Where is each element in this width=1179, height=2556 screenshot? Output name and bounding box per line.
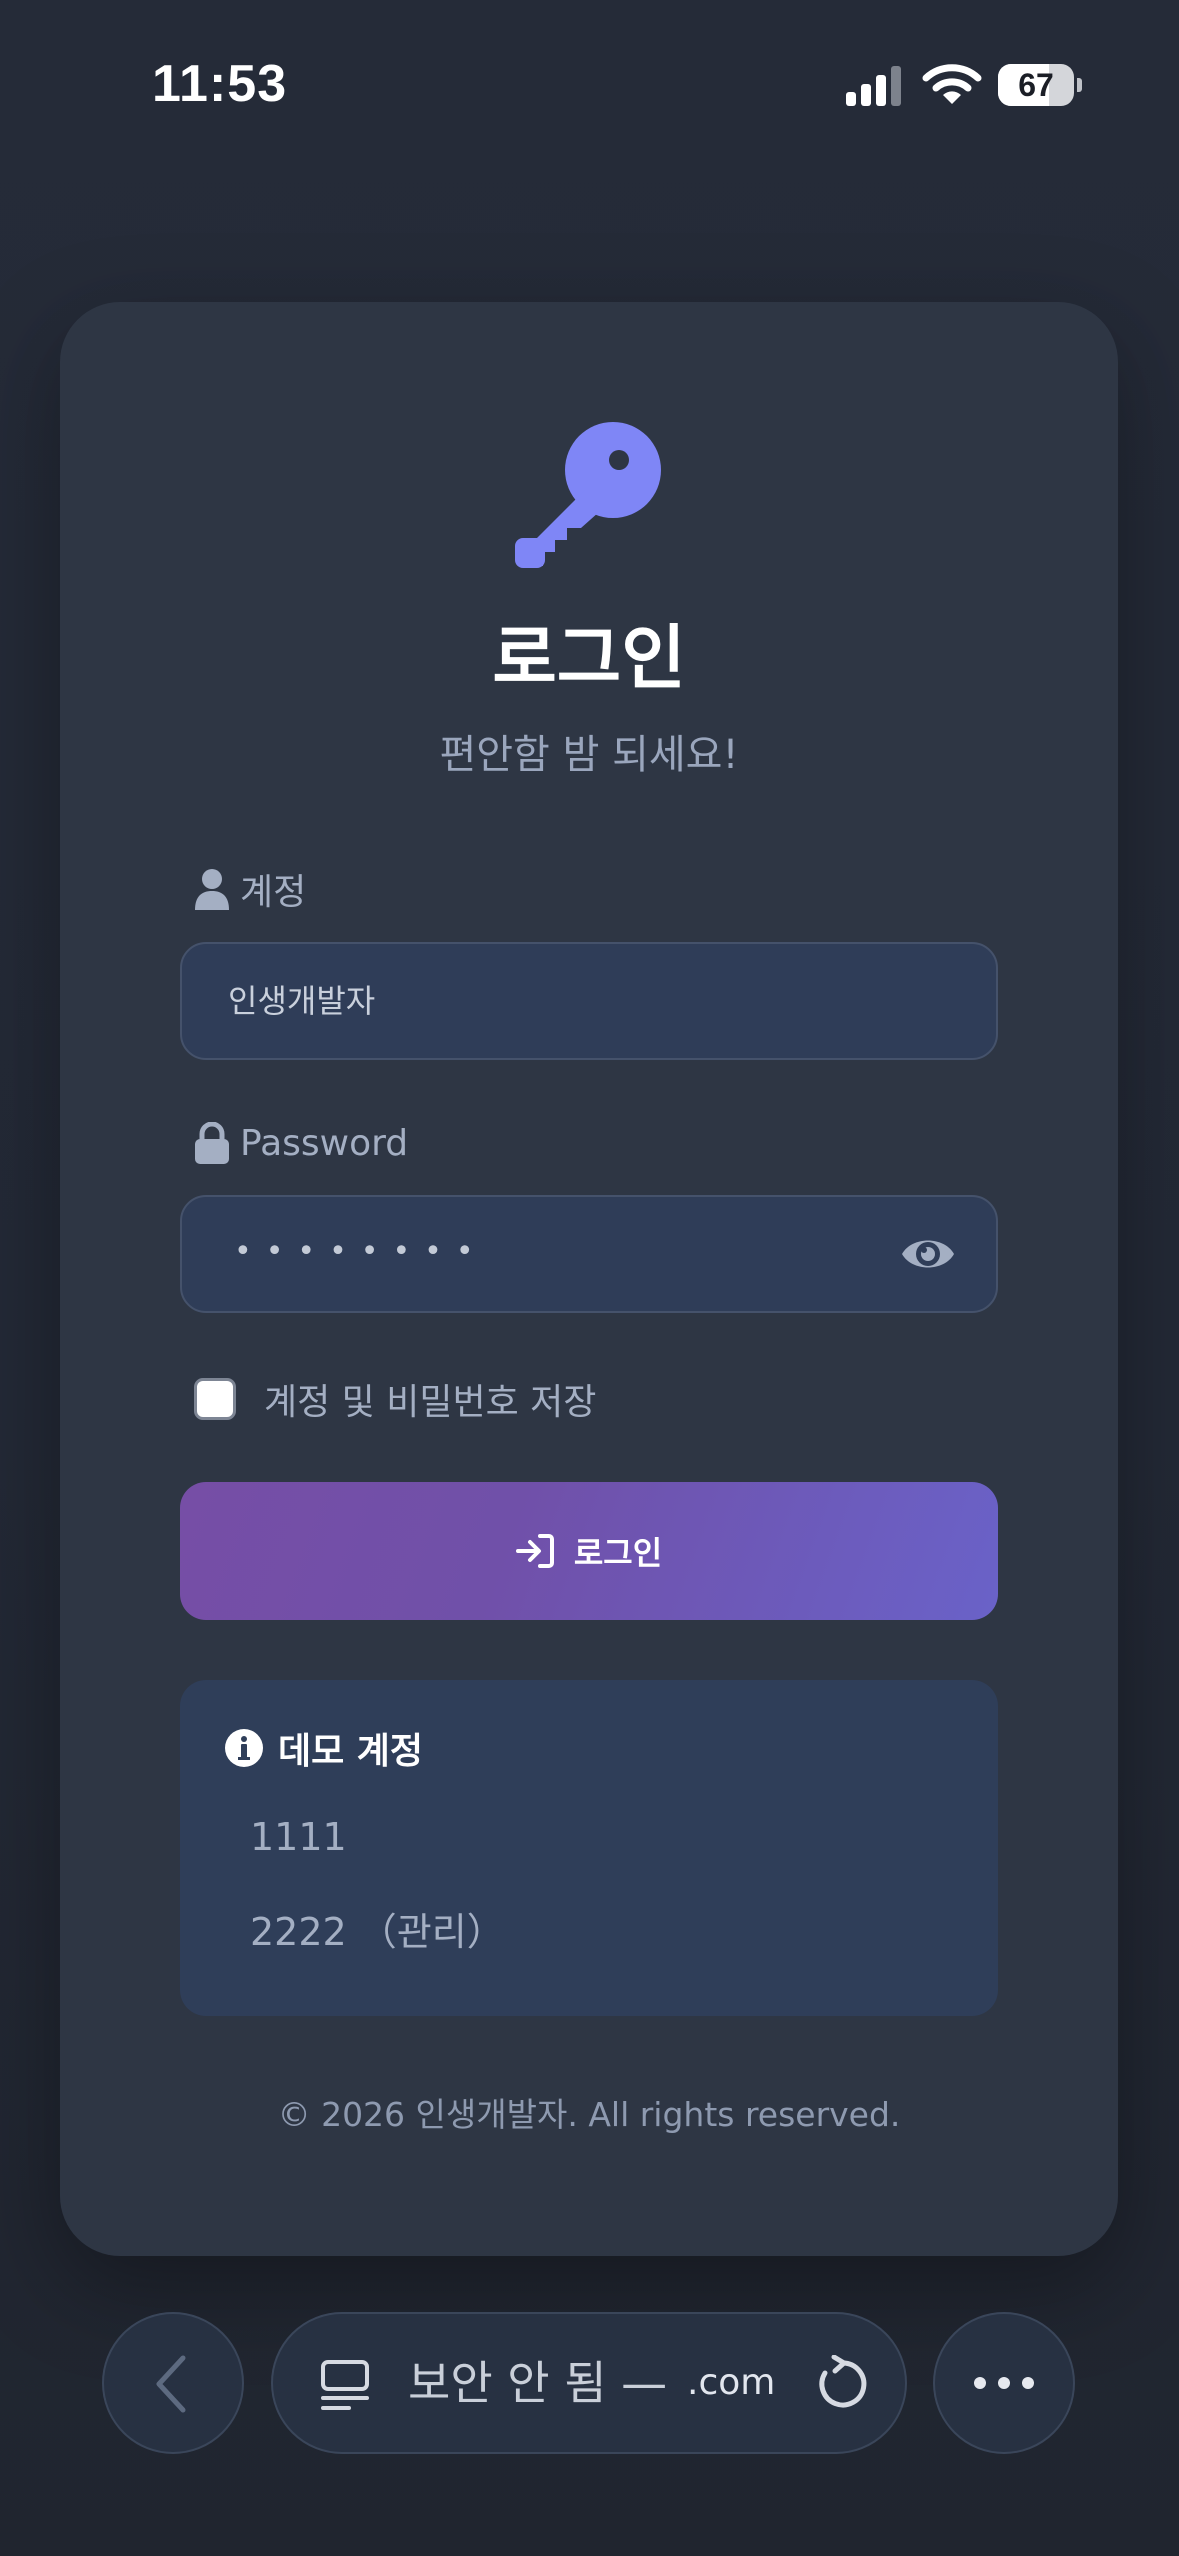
info-icon: [225, 1729, 263, 1767]
login-button[interactable]: 로그인: [180, 1482, 998, 1620]
reload-icon[interactable]: [813, 2355, 869, 2411]
remember-label: 계정 및 비밀번호 저장: [264, 1382, 597, 1423]
footer-copyright: © 2026 인생개발자. All rights reserved.: [277, 2095, 901, 2134]
eye-icon[interactable]: [900, 1230, 956, 1278]
more-dots-icon: [974, 2377, 1034, 2389]
battery-tip: [1077, 78, 1082, 92]
page-subtitle: 편안함 밤 되세요!: [439, 732, 739, 778]
status-time: 11:53: [152, 55, 288, 113]
url-domain: .com: [687, 2362, 776, 2403]
password-label-text: Password: [240, 1122, 409, 1164]
security-warning: 보안 안 됨 —: [408, 2356, 668, 2410]
battery-level: 67: [1018, 67, 1054, 103]
account-label: 계정: [194, 864, 306, 914]
account-label-text: 계정: [240, 872, 307, 913]
account-input[interactable]: 인생개발자: [180, 942, 998, 1060]
status-bar: 11:53 67: [0, 0, 1179, 170]
demo-account-item: 2222 （관리）: [250, 1910, 505, 1954]
more-options-button[interactable]: [933, 2312, 1075, 2454]
battery-body: 67: [998, 64, 1074, 106]
wifi-icon: [922, 64, 982, 104]
reader-mode-icon: [321, 2360, 369, 2410]
demo-title: 데모 계정: [224, 1720, 423, 1776]
account-input-value: 인생개발자: [228, 982, 376, 1020]
login-card: 로그인 편안함 밤 되세요! 계정 인생개발자 Password •••••••…: [60, 302, 1118, 2256]
page-title: 로그인: [492, 617, 686, 699]
user-icon: [195, 869, 229, 910]
password-input-value: ••••••••: [234, 1234, 488, 1269]
lock-icon: [195, 1122, 229, 1164]
key-icon: [515, 422, 661, 568]
password-label: Password: [194, 1118, 408, 1168]
screen: 11:53 67 로그인 편안함 밤 되세요! 계정 인생개발자 Passwor…: [0, 0, 1179, 2556]
demo-account-item: 1111: [250, 1815, 347, 1859]
address-bar[interactable]: 보안 안 됨 — .com: [271, 2312, 907, 2454]
password-input[interactable]: ••••••••: [180, 1195, 998, 1313]
chevron-left-icon: [156, 2355, 186, 2413]
demo-accounts-panel: 데모 계정 1111 2222 （관리）: [180, 1680, 998, 2016]
back-button[interactable]: [102, 2312, 244, 2454]
battery-icon: 67: [998, 64, 1082, 108]
login-button-label: 로그인: [573, 1534, 663, 1572]
cellular-signal-icon: [846, 66, 901, 106]
remember-option[interactable]: 계정 및 비밀번호 저장: [194, 1369, 596, 1429]
remember-checkbox[interactable]: [194, 1378, 236, 1420]
demo-title-text: 데모 계정: [278, 1731, 424, 1772]
sign-in-icon: [515, 1534, 554, 1568]
